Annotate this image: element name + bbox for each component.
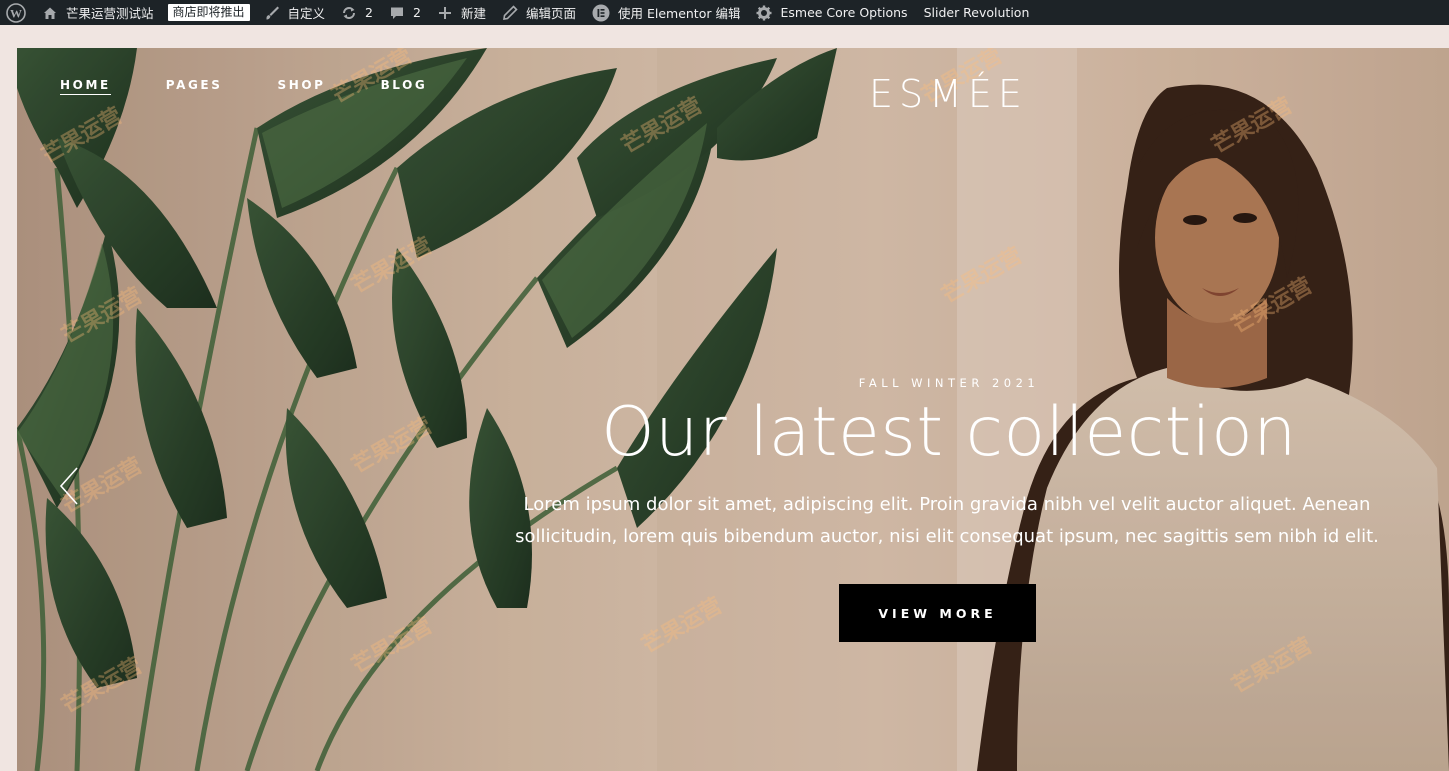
comment-icon (389, 5, 405, 21)
slider-revolution-link[interactable]: Slider Revolution (916, 0, 1038, 25)
elementor-icon (592, 4, 610, 22)
site-name-menu[interactable]: 芒果运营测试站 (34, 0, 162, 25)
brush-icon (264, 5, 280, 21)
home-icon (42, 5, 58, 21)
svg-text:W: W (10, 6, 22, 20)
refresh-icon (341, 5, 357, 21)
core-options-link[interactable]: Esmee Core Options (748, 0, 915, 25)
elementor-edit-link[interactable]: 使用 Elementor 编辑 (584, 0, 749, 25)
customize-link[interactable]: 自定义 (256, 0, 334, 25)
store-coming-soon-badge[interactable]: 商店即将推出 (167, 4, 250, 21)
updates-count: 2 (365, 5, 373, 20)
site-logo[interactable]: ESMÉE (869, 72, 1028, 116)
new-content-link[interactable]: 新建 (429, 0, 494, 25)
nav-item-blog[interactable]: BLOG (381, 78, 428, 95)
edit-page-link[interactable]: 编辑页面 (494, 0, 584, 25)
customize-label: 自定义 (287, 6, 326, 21)
plus-icon (437, 5, 453, 21)
site-name: 芒果运营测试站 (66, 6, 154, 21)
nav-item-home[interactable]: HOME (60, 78, 111, 95)
gear-icon (756, 5, 772, 21)
wordpress-logo-icon[interactable]: W (0, 0, 34, 25)
elementor-label: 使用 Elementor 编辑 (617, 6, 741, 21)
core-options-label: Esmee Core Options (780, 5, 908, 20)
hero-description: Lorem ipsum dolor sit amet, adipiscing e… (515, 494, 1379, 547)
slider-prev-arrow[interactable] (55, 464, 83, 508)
new-label: 新建 (460, 6, 486, 21)
view-more-button[interactable]: VIEW MORE (839, 584, 1036, 642)
pencil-icon (502, 4, 518, 21)
nav-item-shop[interactable]: SHOP (277, 78, 325, 95)
chevron-left-icon (59, 467, 78, 505)
hero-slider: 芒果运营 芒果运营 芒果运营 芒果运营 芒果运营 芒果运营 芒果运营 芒果运营 … (17, 48, 1449, 771)
main-navigation: HOME PAGES SHOP BLOG (60, 78, 482, 95)
comments-link[interactable]: 2 (381, 0, 429, 25)
nav-item-pages[interactable]: PAGES (166, 78, 223, 95)
admin-bar: W 芒果运营测试站 商店即将推出 自定义 2 2 新建 编辑页面 使用 Elem… (0, 0, 1449, 25)
updates-link[interactable]: 2 (333, 0, 381, 25)
slider-revolution-label: Slider Revolution (923, 5, 1030, 20)
edit-page-label: 编辑页面 (525, 6, 576, 21)
comments-count: 2 (413, 5, 421, 20)
hero-headline: Our latest collection (601, 393, 1297, 472)
